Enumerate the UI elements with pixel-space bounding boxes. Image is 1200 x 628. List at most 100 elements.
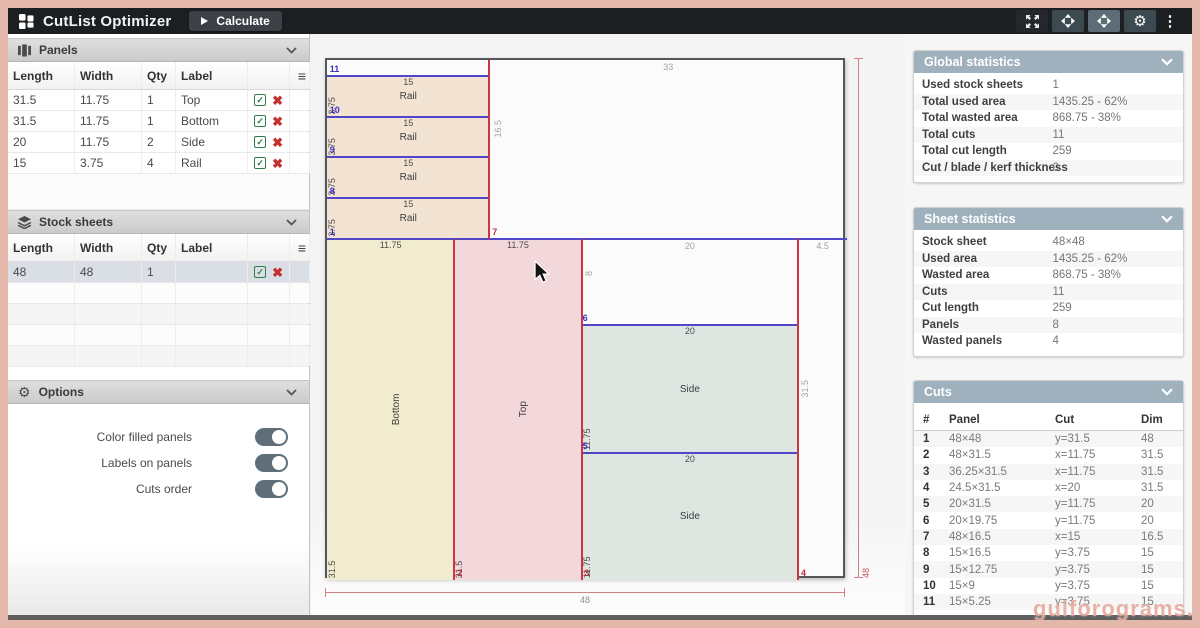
waste-dimension-label: 33 xyxy=(489,62,846,72)
fullscreen-button[interactable] xyxy=(1016,10,1048,32)
confirm-icon[interactable]: ✓ xyxy=(254,157,266,169)
cuts-table-row: 1015×9y=3.7515 xyxy=(914,578,1183,594)
cut-panel-cell: 20×31.5 xyxy=(949,498,1055,510)
table-row[interactable]: 153.754Rail✓✖ xyxy=(8,153,309,174)
empty-cell xyxy=(142,304,176,324)
table-row[interactable]: 31.511.751Top✓✖ xyxy=(8,90,309,111)
column-header: Width xyxy=(75,62,142,89)
panel-height-label: 31.5 xyxy=(327,239,337,580)
empty-cell xyxy=(8,346,75,366)
table-menu-icon[interactable]: ≡ xyxy=(290,234,310,261)
play-icon xyxy=(201,17,208,25)
panel-rail-3[interactable]: 153.75Rail xyxy=(327,157,489,198)
delete-icon[interactable]: ✖ xyxy=(272,136,283,149)
stock-sheets-section-header[interactable]: Stock sheets xyxy=(8,210,309,234)
toggle-knob xyxy=(272,482,286,496)
cuts-header[interactable]: Cuts xyxy=(914,381,1183,403)
table-row[interactable]: 31.511.751Bottom✓✖ xyxy=(8,111,309,132)
cut-number-cell: 1 xyxy=(923,433,949,445)
stat-row: Cut length259 xyxy=(914,300,1183,317)
chevron-down-icon[interactable] xyxy=(1161,388,1173,396)
column-header: Label xyxy=(176,234,248,261)
confirm-icon[interactable]: ✓ xyxy=(254,94,266,106)
chevron-down-icon[interactable] xyxy=(286,389,297,396)
arrange-vertical-button-active[interactable] xyxy=(1088,10,1120,32)
mouse-cursor xyxy=(533,260,550,284)
panel-side-2[interactable]: 2011.75Side xyxy=(582,453,799,580)
stat-row: Used stock sheets1 xyxy=(914,77,1183,94)
right-sidebar: Global statistics Used stock sheets1 Tota… xyxy=(905,34,1192,615)
kebab-menu-icon: ⋮ xyxy=(1163,14,1178,29)
arrange-horizontal-button[interactable] xyxy=(1052,10,1084,32)
cut-order-number: 7 xyxy=(492,228,497,237)
cut-number-cell: 9 xyxy=(923,564,949,576)
options-section-header[interactable]: ⚙ Options xyxy=(8,380,309,404)
panel-side-1[interactable]: 2011.75Side xyxy=(582,325,799,452)
row-actions: ✓✖ xyxy=(248,90,290,110)
empty-cell xyxy=(176,325,248,345)
panel-rail-4[interactable]: 153.75Rail xyxy=(327,198,489,239)
delete-icon[interactable]: ✖ xyxy=(272,157,283,170)
cut-panel-cell: 15×9 xyxy=(949,580,1055,592)
cuts-table-row: 148×48y=31.548 xyxy=(914,431,1183,447)
stat-label: Stock sheet xyxy=(922,236,1053,248)
table-menu-icon[interactable]: ≡ xyxy=(290,62,310,89)
stat-value: 1435.25 - 62% xyxy=(1053,253,1184,265)
empty-cell xyxy=(290,283,310,303)
cut-number-cell: 11 xyxy=(923,596,949,608)
panel-name-label: Side xyxy=(582,453,799,580)
cut-line xyxy=(488,60,490,239)
table-row[interactable]: 48481✓✖ xyxy=(8,262,309,283)
delete-icon[interactable]: ✖ xyxy=(272,94,283,107)
table-row[interactable]: 2011.752Side✓✖ xyxy=(8,132,309,153)
cut-line xyxy=(581,239,583,580)
global-statistics-header[interactable]: Global statistics xyxy=(914,51,1183,73)
cut-order-number: 10 xyxy=(330,106,340,115)
chevron-down-icon[interactable] xyxy=(286,47,297,54)
calculate-button[interactable]: Calculate xyxy=(189,11,281,31)
cell-width: 11.75 xyxy=(75,132,142,152)
chevron-down-icon[interactable] xyxy=(1161,215,1173,223)
stat-row: Cut / blade / kerf thickness0 xyxy=(914,160,1183,177)
cell-menu xyxy=(290,132,310,152)
stat-row: Cuts11 xyxy=(914,284,1183,301)
app-window: CutList Optimizer Calculate xyxy=(8,8,1192,620)
delete-icon[interactable]: ✖ xyxy=(272,266,283,279)
stat-label: Total used area xyxy=(922,96,1053,108)
stock-sheet-diagram[interactable]: 153.75Rail153.75Rail153.75Rail153.75Rail… xyxy=(325,58,845,578)
cuts-table-row: 520×31.5y=11.7520 xyxy=(914,496,1183,512)
empty-table-row xyxy=(8,304,309,325)
confirm-icon[interactable]: ✓ xyxy=(254,115,266,127)
panels-section-header[interactable]: Panels xyxy=(8,38,309,62)
option-row: Labels on panels xyxy=(8,450,309,476)
panel-bottom[interactable]: 11.7531.5Bottom xyxy=(327,239,454,580)
stat-value: 48×48 xyxy=(1053,236,1184,248)
cuts-column-header: Dim xyxy=(1141,414,1184,426)
toggle-switch[interactable] xyxy=(255,480,288,498)
toggle-switch[interactable] xyxy=(255,428,288,446)
cut-cut-cell: y=31.5 xyxy=(1055,433,1141,445)
chevron-down-icon[interactable] xyxy=(286,219,297,226)
panel-top[interactable]: 11.7531.5Top xyxy=(454,239,581,580)
cell-qty: 2 xyxy=(142,132,176,152)
panel-rail-1[interactable]: 153.75Rail xyxy=(327,76,489,117)
cut-line xyxy=(327,116,489,118)
right-dimension: 48 xyxy=(858,58,872,578)
waste-dimension-label: 16.5 xyxy=(493,120,503,138)
panel-rail-2[interactable]: 153.75Rail xyxy=(327,117,489,158)
cut-cut-cell: y=3.75 xyxy=(1055,564,1141,576)
cuts-table-header: #PanelCutDim xyxy=(914,409,1183,431)
confirm-icon[interactable]: ✓ xyxy=(254,266,266,278)
toggle-switch[interactable] xyxy=(255,454,288,472)
cut-cut-cell: x=11.75 xyxy=(1055,466,1141,478)
settings-button[interactable]: ⚙ xyxy=(1124,10,1156,32)
cell-width: 11.75 xyxy=(75,111,142,131)
overflow-menu-button[interactable]: ⋮ xyxy=(1160,10,1180,32)
confirm-icon[interactable]: ✓ xyxy=(254,136,266,148)
chevron-down-icon[interactable] xyxy=(1161,58,1173,66)
stat-row: Stock sheet48×48 xyxy=(914,234,1183,251)
delete-icon[interactable]: ✖ xyxy=(272,115,283,128)
column-header: Length xyxy=(8,62,75,89)
sheet-statistics-header[interactable]: Sheet statistics xyxy=(914,208,1183,230)
cell-menu xyxy=(290,90,310,110)
